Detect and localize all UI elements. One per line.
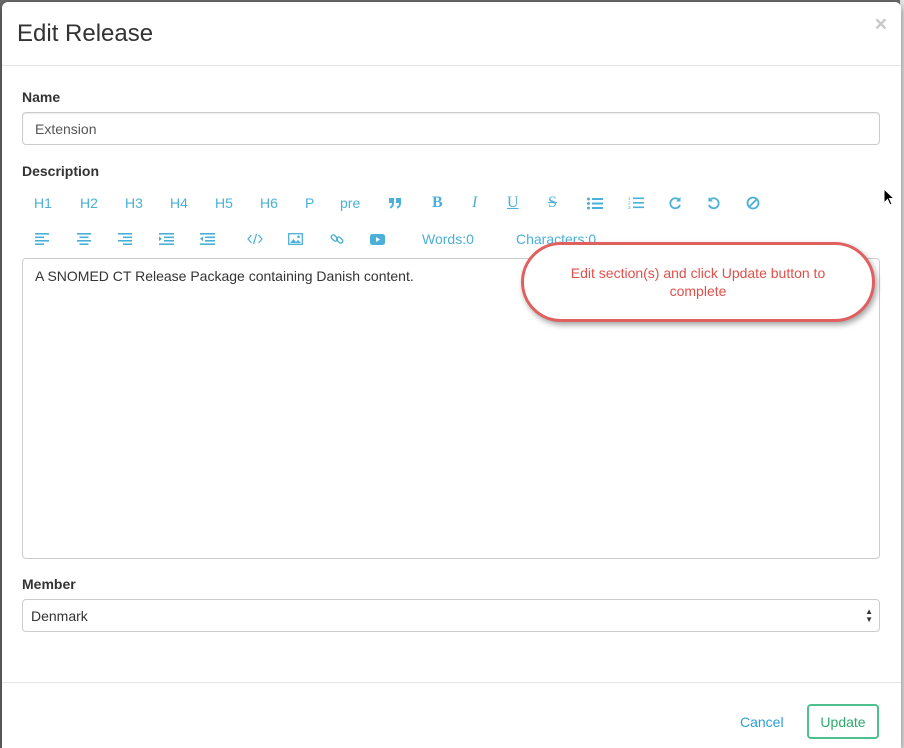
outdent-icon[interactable] (200, 226, 215, 252)
editor-toolbar-row-1: H1 H2 H3 H4 H5 H6 P pre B I U S 123 (22, 190, 880, 216)
video-icon[interactable] (370, 226, 385, 252)
ordered-list-icon[interactable]: 123 (628, 190, 644, 216)
modal-header: Edit Release × (2, 2, 901, 66)
pre-button[interactable]: pre (340, 190, 360, 216)
modal-title: Edit Release (17, 20, 154, 47)
h1-button[interactable]: H1 (34, 190, 52, 216)
redo-icon[interactable] (668, 190, 682, 216)
bold-icon[interactable]: B (432, 190, 443, 216)
member-label: Member (22, 576, 76, 592)
quote-icon[interactable] (388, 190, 402, 216)
select-arrows-icon: ▲ ▼ (865, 607, 873, 624)
link-icon[interactable] (330, 226, 344, 252)
strikethrough-icon[interactable]: S (548, 190, 557, 216)
h6-button[interactable]: H6 (260, 190, 278, 216)
h5-button[interactable]: H5 (215, 190, 233, 216)
callout-text: Edit section(s) and click Update button … (570, 265, 826, 299)
description-text: A SNOMED CT Release Package containing D… (35, 268, 414, 284)
modal-footer: Cancel Update (2, 682, 901, 748)
image-icon[interactable] (288, 226, 303, 252)
html-code-icon[interactable] (247, 226, 263, 252)
mouse-cursor-icon (883, 188, 895, 206)
edit-release-modal: Edit Release × Name Description H1 H2 H3… (2, 2, 901, 748)
h2-button[interactable]: H2 (80, 190, 98, 216)
clear-format-icon[interactable] (746, 190, 760, 216)
description-label: Description (22, 163, 100, 179)
name-input[interactable] (22, 112, 880, 145)
h3-button[interactable]: H3 (125, 190, 143, 216)
underline-icon[interactable]: U (507, 190, 519, 216)
word-count: Words:0 (422, 231, 474, 247)
align-center-icon[interactable] (77, 226, 91, 252)
h4-button[interactable]: H4 (170, 190, 188, 216)
cancel-button[interactable]: Cancel (740, 714, 784, 730)
undo-icon[interactable] (707, 190, 721, 216)
instruction-callout: Edit section(s) and click Update button … (521, 242, 875, 322)
align-left-icon[interactable] (35, 226, 49, 252)
svg-text:3: 3 (628, 205, 631, 210)
indent-icon[interactable] (159, 226, 174, 252)
update-button[interactable]: Update (807, 704, 879, 739)
align-right-icon[interactable] (118, 226, 132, 252)
member-select[interactable]: Denmark ▲ ▼ (22, 599, 880, 632)
unordered-list-icon[interactable] (587, 190, 603, 216)
p-button[interactable]: P (305, 190, 314, 216)
name-label: Name (22, 89, 61, 105)
italic-icon[interactable]: I (472, 190, 477, 216)
member-selected-value: Denmark (31, 607, 88, 624)
close-button[interactable]: × (875, 14, 887, 35)
